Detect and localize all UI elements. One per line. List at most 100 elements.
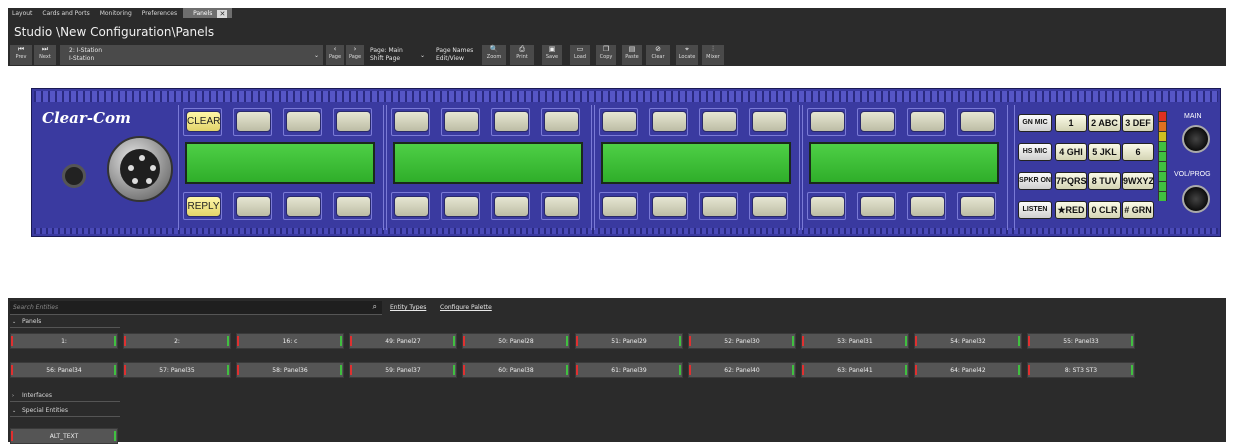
talk-key[interactable] <box>286 111 321 132</box>
entity-tile[interactable]: 2: <box>123 333 231 349</box>
listen-key[interactable] <box>652 196 687 217</box>
close-icon[interactable]: ✕ <box>217 9 228 18</box>
entity-tile[interactable]: 55: Panel33 <box>1027 333 1135 349</box>
page-prev-button[interactable]: ‹ Page <box>326 45 344 65</box>
print-button[interactable]: ⎙ Print <box>510 45 534 65</box>
tab-panels[interactable]: Panels ✕ <box>183 8 233 18</box>
entity-types-link[interactable]: Entity Types <box>390 304 426 311</box>
paste-button[interactable]: ▤ Paste <box>622 45 642 65</box>
talk-key[interactable] <box>960 111 995 132</box>
entity-tile[interactable]: 58: Panel36 <box>236 362 344 378</box>
entity-tile[interactable]: 61: Panel39 <box>575 362 683 378</box>
keypad-key[interactable]: 5 JKL <box>1088 143 1121 161</box>
keypad-key[interactable]: 3 DEF <box>1122 114 1154 132</box>
listen-key[interactable] <box>444 196 479 217</box>
entity-tile[interactable]: 59: Panel37 <box>349 362 457 378</box>
entity-tile-label: ALT_TEXT <box>49 433 79 440</box>
search-icon[interactable]: ⌕ <box>373 302 377 312</box>
entity-tile[interactable]: 53: Panel31 <box>801 333 909 349</box>
listen-key[interactable] <box>286 196 321 217</box>
zoom-button[interactable]: 🔍 Zoom <box>482 45 506 65</box>
listen-key[interactable] <box>494 196 529 217</box>
keypad-key[interactable]: GN MIC <box>1018 114 1052 132</box>
tab-monitoring[interactable]: Monitoring <box>96 8 138 19</box>
entity-tile[interactable]: 62: Panel40 <box>688 362 796 378</box>
interfaces-section-header[interactable]: › Interfaces <box>10 391 120 402</box>
tab-preferences[interactable]: Preferences <box>138 8 183 19</box>
listen-key[interactable] <box>702 196 737 217</box>
talk-key[interactable] <box>236 111 271 132</box>
talk-key[interactable] <box>810 111 845 132</box>
load-button[interactable]: ▭ Load <box>570 45 590 65</box>
reply-key[interactable]: REPLY <box>186 196 221 217</box>
keypad-key[interactable]: ★RED <box>1055 201 1087 219</box>
talk-key[interactable] <box>752 111 787 132</box>
locate-button[interactable]: ⌖ Locate <box>676 45 698 65</box>
configure-palette-link[interactable]: Configure Palette <box>440 304 492 311</box>
save-button[interactable]: ▣ Save <box>542 45 562 65</box>
listen-key[interactable] <box>236 196 271 217</box>
copy-button[interactable]: ❐ Copy <box>596 45 616 65</box>
keypad-key[interactable]: 1 <box>1055 114 1087 132</box>
page-names-button[interactable]: Page Names Edit/View <box>436 45 484 65</box>
entity-tile[interactable]: 63: Panel41 <box>801 362 909 378</box>
listen-key[interactable] <box>394 196 429 217</box>
vol-prog-knob[interactable] <box>1182 185 1210 213</box>
entity-tile[interactable]: 1: <box>10 333 118 349</box>
search-input[interactable]: Search Entities ⌕ <box>10 301 382 315</box>
talk-key[interactable] <box>444 111 479 132</box>
entity-tile[interactable]: 64: Panel42 <box>914 362 1022 378</box>
listen-key[interactable] <box>910 196 945 217</box>
talk-key[interactable] <box>860 111 895 132</box>
panels-section-header[interactable]: ⌄ Panels <box>10 317 120 328</box>
clear-button[interactable]: ⊘ Clear <box>646 45 670 65</box>
page-select[interactable]: Page: Main Shift Page ⌄ <box>370 45 430 65</box>
entity-tile[interactable]: 51: Panel29 <box>575 333 683 349</box>
talk-key[interactable] <box>910 111 945 132</box>
entity-tile[interactable]: 54: Panel32 <box>914 333 1022 349</box>
entity-tile[interactable]: 52: Panel30 <box>688 333 796 349</box>
keypad-key[interactable]: HS MIC <box>1018 143 1052 161</box>
listen-key[interactable] <box>544 196 579 217</box>
talk-key[interactable] <box>652 111 687 132</box>
entity-tile[interactable]: 16: c <box>236 333 344 349</box>
keypad-key[interactable]: 0 CLR <box>1088 201 1121 219</box>
keypad-key[interactable]: # GRN <box>1122 201 1154 219</box>
entity-tile[interactable]: 60: Panel38 <box>462 362 570 378</box>
entity-tile[interactable]: 49: Panel27 <box>349 333 457 349</box>
keypad-key[interactable]: 2 ABC <box>1088 114 1121 132</box>
entity-tile[interactable]: 8: ST3 ST3 <box>1027 362 1135 378</box>
keypad-key[interactable]: 7PQRS <box>1055 172 1087 190</box>
keypad-key[interactable]: 4 GHI <box>1055 143 1087 161</box>
keypad-key[interactable]: 6 <box>1122 143 1154 161</box>
keypad-key[interactable]: 9WXYZ <box>1122 172 1154 190</box>
listen-key[interactable] <box>860 196 895 217</box>
talk-key[interactable] <box>544 111 579 132</box>
talk-key[interactable] <box>602 111 637 132</box>
listen-key[interactable] <box>810 196 845 217</box>
page-next-button[interactable]: › Page <box>346 45 364 65</box>
listen-key[interactable] <box>960 196 995 217</box>
talk-key[interactable] <box>336 111 371 132</box>
tab-cards-and-ports[interactable]: Cards and Ports <box>38 8 95 19</box>
prev-button[interactable]: ⏮ Prev <box>10 45 32 65</box>
keypad-key[interactable]: 8 TUV <box>1088 172 1121 190</box>
entity-tile[interactable]: 57: Panel35 <box>123 362 231 378</box>
talk-key[interactable] <box>702 111 737 132</box>
tab-layout[interactable]: Layout <box>8 8 38 19</box>
station-select[interactable]: 2: I-Station I-Station ⌄ <box>60 45 323 65</box>
mixer-button[interactable]: ⫶ Mixer <box>702 45 724 65</box>
next-button[interactable]: ⏭ Next <box>34 45 56 65</box>
talk-key[interactable] <box>494 111 529 132</box>
entity-tile[interactable]: 56: Panel34 <box>10 362 118 378</box>
entity-tile[interactable]: 50: Panel28 <box>462 333 570 349</box>
listen-key[interactable] <box>602 196 637 217</box>
listen-key[interactable] <box>336 196 371 217</box>
main-volume-knob[interactable] <box>1182 125 1210 153</box>
keypad-key[interactable]: SPKR ON <box>1018 172 1052 190</box>
listen-key[interactable] <box>752 196 787 217</box>
clear-key[interactable]: CLEAR <box>186 111 221 132</box>
special-entities-section-header[interactable]: ⌄ Special Entities <box>10 406 120 417</box>
keypad-key[interactable]: LISTEN <box>1018 201 1052 219</box>
talk-key[interactable] <box>394 111 429 132</box>
